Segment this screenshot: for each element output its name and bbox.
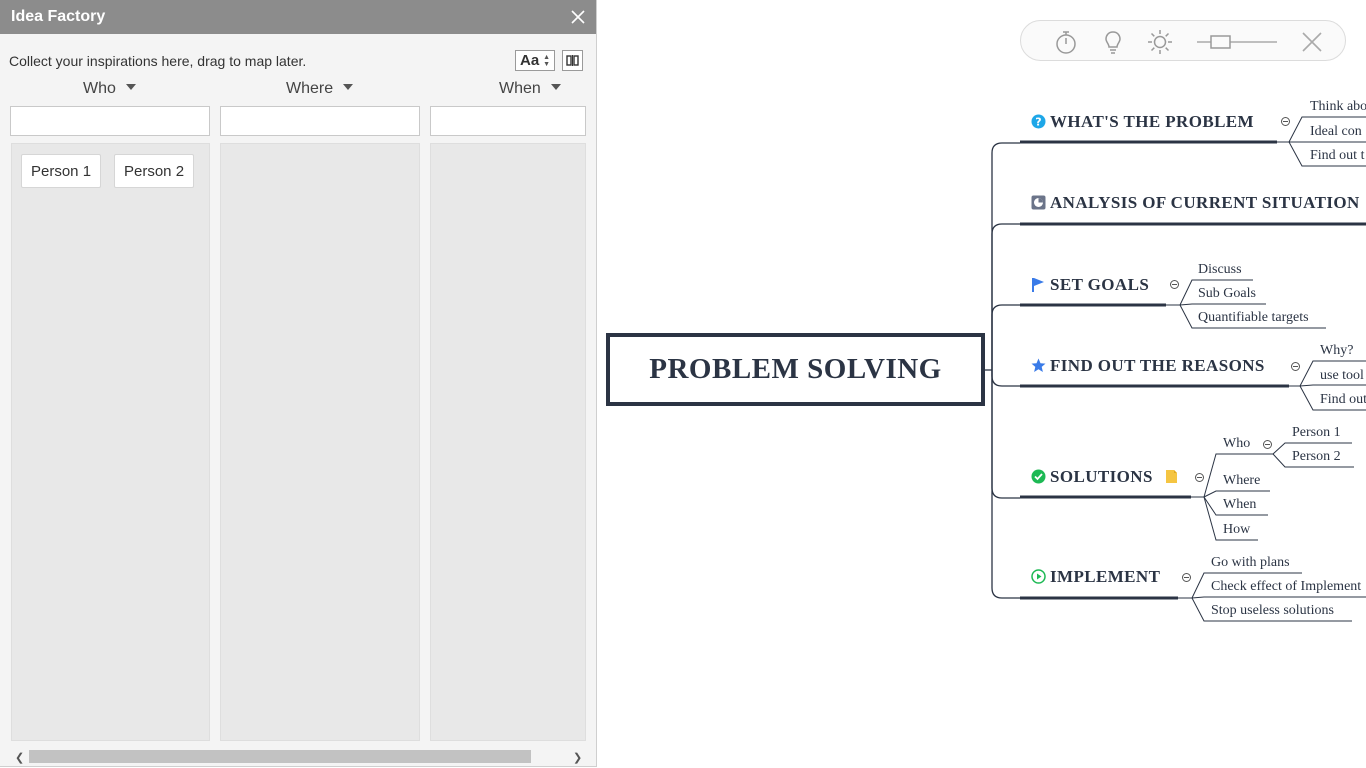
topic-set-goals[interactable]: SET GOALS (1050, 275, 1149, 295)
topic-implement[interactable]: IMPLEMENT (1050, 567, 1160, 587)
collapse-toggle[interactable] (1281, 117, 1290, 126)
subtopic[interactable]: Stop useless solutions (1211, 603, 1334, 619)
subtopic[interactable]: Ideal con (1310, 124, 1362, 140)
subtopic[interactable]: Who (1223, 436, 1250, 452)
subtopic[interactable]: Check effect of Implement (1211, 579, 1361, 595)
topic-analysis[interactable]: ANALYSIS OF CURRENT SITUATION (1050, 193, 1360, 213)
star-icon (1031, 358, 1046, 372)
subtopic[interactable]: Quantifiable targets (1198, 310, 1309, 326)
topic-find-out-reasons[interactable]: FIND OUT THE REASONS (1050, 356, 1265, 376)
collapse-toggle[interactable] (1263, 440, 1272, 449)
subtopic[interactable]: How (1223, 522, 1250, 538)
subtopic[interactable]: Discuss (1198, 262, 1242, 278)
note-icon[interactable] (1164, 469, 1179, 484)
topic-whats-the-problem[interactable]: WHAT'S THE PROBLEM (1050, 112, 1254, 132)
play-icon (1031, 569, 1046, 584)
subtopic[interactable]: Person 1 (1292, 425, 1341, 441)
collapse-toggle[interactable] (1291, 362, 1300, 371)
subtopic[interactable]: Sub Goals (1198, 286, 1256, 302)
subtopic[interactable]: Why? (1320, 343, 1353, 359)
subtopic[interactable]: Person 2 (1292, 449, 1341, 465)
subtopic[interactable]: use tool (1320, 368, 1364, 384)
topic-solutions[interactable]: SOLUTIONS (1050, 467, 1153, 487)
chart-icon (1031, 195, 1046, 210)
subtopic[interactable]: Where (1223, 473, 1260, 489)
collapse-toggle[interactable] (1195, 473, 1204, 482)
subtopic[interactable]: Think abo (1310, 99, 1366, 115)
subtopic[interactable]: Find out t (1310, 148, 1364, 164)
subtopic[interactable]: Find out (1320, 392, 1366, 408)
check-icon (1031, 469, 1046, 484)
svg-text:?: ? (1035, 116, 1041, 129)
collapse-toggle[interactable] (1170, 280, 1179, 289)
question-icon: ? (1031, 114, 1046, 129)
flag-icon (1032, 278, 1044, 292)
subtopic[interactable]: When (1223, 497, 1256, 513)
collapse-toggle[interactable] (1182, 573, 1191, 582)
central-topic[interactable]: PROBLEM SOLVING (606, 333, 985, 406)
subtopic[interactable]: Go with plans (1211, 555, 1290, 571)
